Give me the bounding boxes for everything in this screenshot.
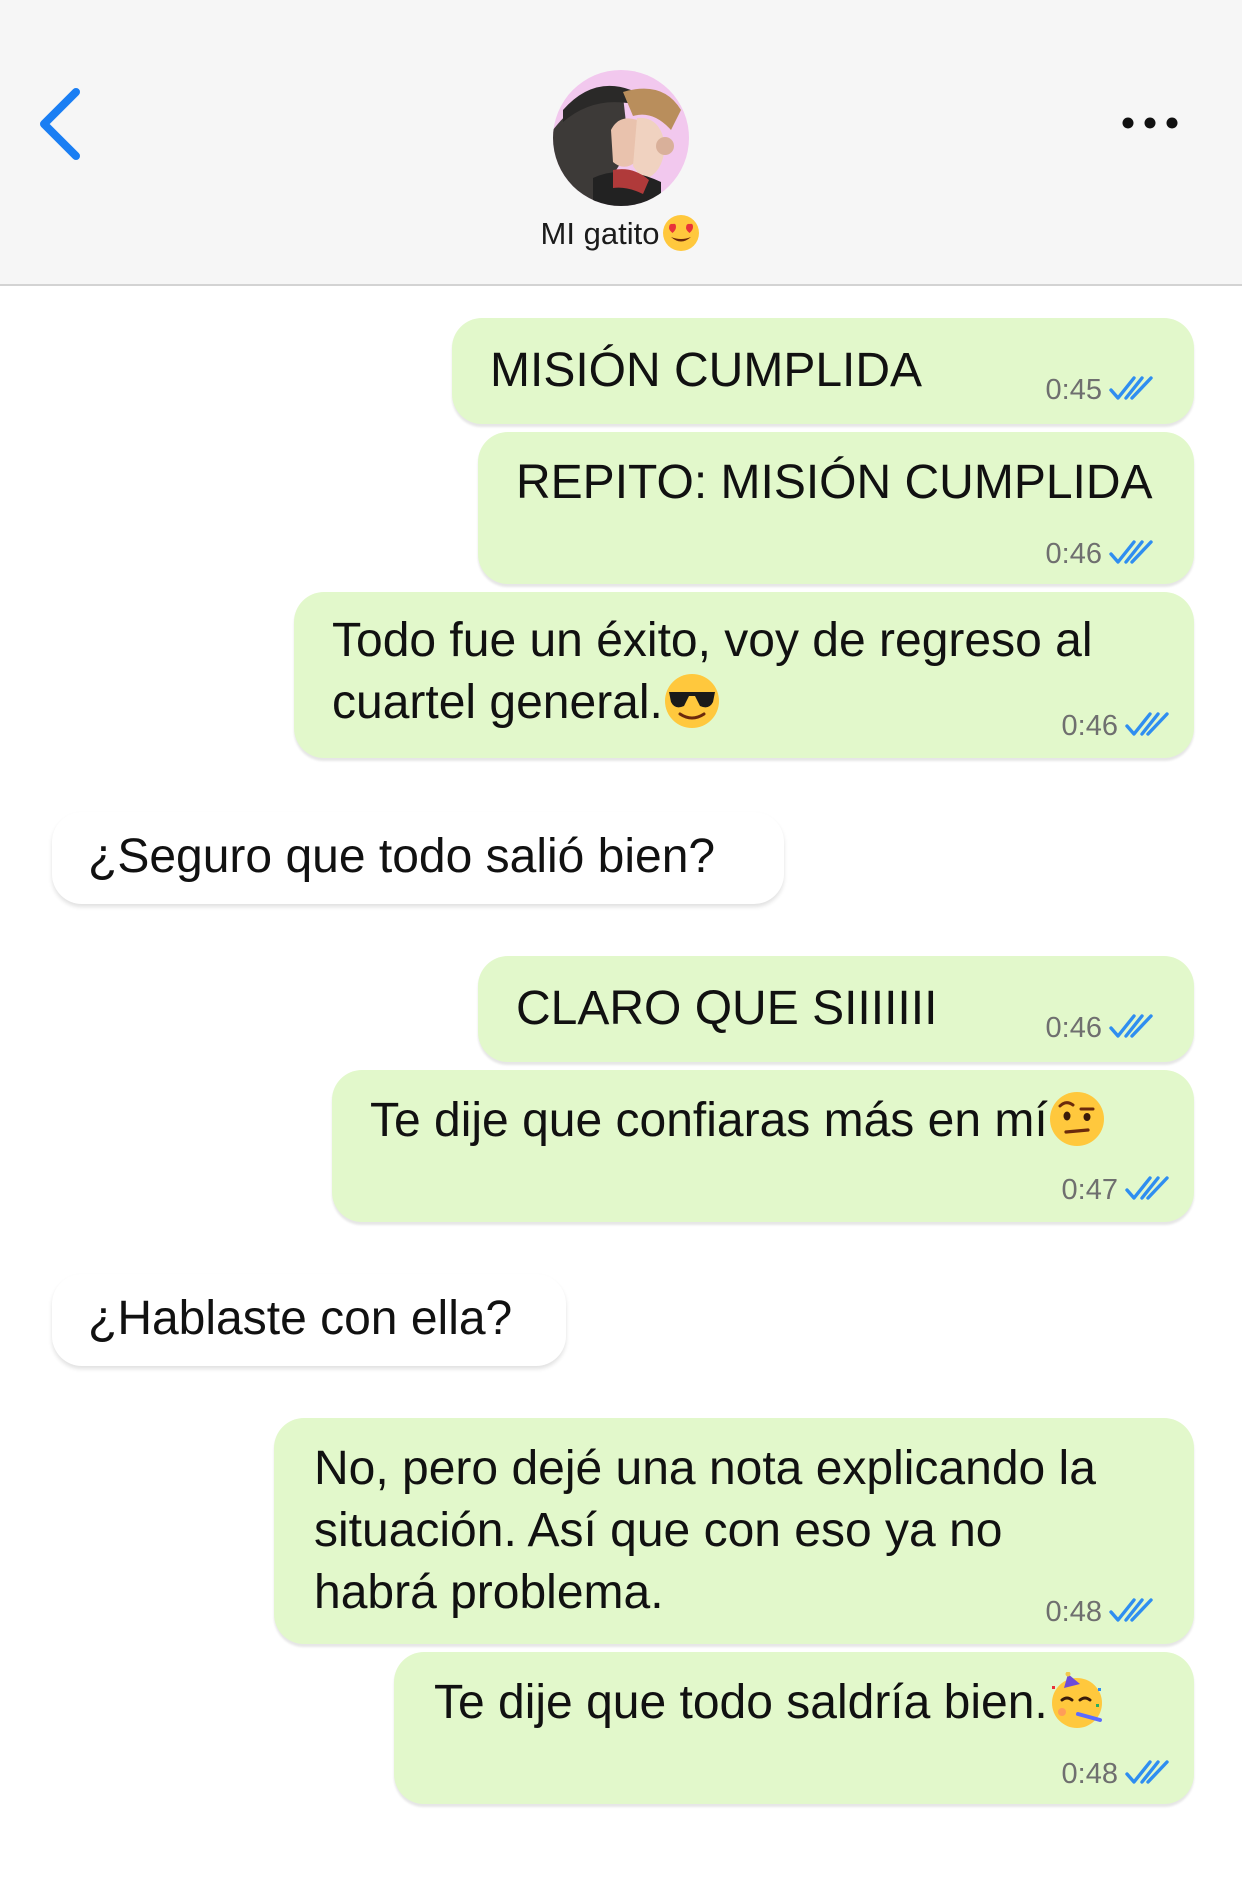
message-time: 0:48 [1045,1596,1102,1628]
message-meta: 0:48 [1062,1758,1170,1790]
outgoing-message[interactable]: No, pero dejé una nota explicando la sit… [274,1418,1194,1644]
outgoing-message[interactable]: CLARO QUE SIIIIIII 0:46 [478,956,1194,1062]
outgoing-message[interactable]: Te dije que confiaras más en mí 0:47 [332,1070,1194,1222]
message-time: 0:45 [1045,374,1102,406]
chevron-left-icon [40,88,80,160]
message-line: situación. Así que con eso ya no [314,1504,1003,1557]
message-line-with-emoji: cuartel general. [332,672,1092,734]
raised-eyebrow-emoji-icon [1049,1092,1104,1147]
message-text: REPITO: MISIÓN CUMPLIDA [516,456,1153,509]
read-ticks-icon [1108,373,1154,403]
more-options-button[interactable] [1118,108,1182,138]
contact-name[interactable]: MI gatito [0,215,1242,256]
more-dots-icon [1122,117,1178,129]
sunglasses-emoji-icon [664,674,719,729]
back-button[interactable] [36,86,86,162]
message-time: 0:46 [1061,710,1118,742]
message-meta: 0:46 [1046,538,1154,570]
message-line: habrá problema. [314,1566,664,1619]
read-ticks-icon [1108,537,1154,567]
message-meta: 0:45 [1046,374,1154,406]
message-line: No, pero dejé una nota explicando la [314,1442,1096,1495]
outgoing-message[interactable]: Te dije que todo saldría bien. 0:48 [394,1652,1194,1804]
message-meta: 0:46 [1046,1012,1154,1044]
outgoing-message[interactable]: REPITO: MISIÓN CUMPLIDA 0:46 [478,432,1194,584]
message-meta: 0:46 [1062,710,1170,742]
read-ticks-icon [1108,1595,1154,1625]
read-ticks-icon [1108,1011,1154,1041]
message-meta: 0:47 [1062,1174,1170,1206]
message-time: 0:46 [1045,538,1102,570]
message-line: Todo fue un éxito, voy de regreso al [332,614,1093,667]
chat-header: MI gatito [0,0,1242,286]
message-meta: 0:48 [1046,1596,1154,1628]
message-time: 0:46 [1045,1012,1102,1044]
message-text: ¿Hablaste con ella? [88,1292,513,1345]
partying-face-emoji-icon [1051,1671,1102,1729]
message-text: MISIÓN CUMPLIDA [490,344,923,397]
message-text: Todo fue un éxito, voy de regreso al cua… [332,610,1092,734]
message-text: No, pero dejé una nota explicando la sit… [314,1438,1096,1624]
message-text: Te dije que todo saldría bien. [434,1671,1106,1734]
contact-avatar[interactable] [553,70,689,206]
message-time: 0:48 [1061,1758,1118,1790]
message-line: cuartel general. [332,676,663,729]
heart-eyes-emoji-icon [663,215,700,251]
read-ticks-icon [1124,709,1170,739]
incoming-message[interactable]: ¿Hablaste con ella? [52,1274,566,1366]
message-text: Te dije que confiaras más en mí [370,1090,1106,1152]
outgoing-message[interactable]: MISIÓN CUMPLIDA 0:45 [452,318,1194,424]
incoming-message[interactable]: ¿Seguro que todo salió bien? [52,812,784,904]
read-ticks-icon [1124,1173,1170,1203]
message-text: ¿Seguro que todo salió bien? [88,830,716,883]
message-text: CLARO QUE SIIIIIII [516,982,938,1035]
message-time: 0:47 [1061,1174,1118,1206]
read-ticks-icon [1124,1757,1170,1787]
outgoing-message[interactable]: Todo fue un éxito, voy de regreso al cua… [294,592,1194,758]
